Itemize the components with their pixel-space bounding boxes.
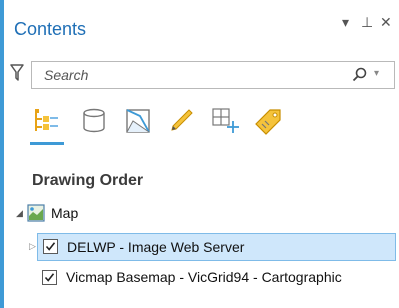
map-tree-row[interactable]: ◢ Map (0, 201, 399, 226)
list-by-editing-icon[interactable] (165, 105, 197, 139)
pane-options-dropdown-icon[interactable]: ▾ (342, 14, 349, 30)
list-by-snapping-icon[interactable] (209, 105, 241, 139)
drawing-order-heading: Drawing Order (32, 172, 144, 189)
map-label: Map (51, 205, 79, 221)
layer-row-vicmap[interactable]: Vicmap Basemap - VicGrid94 - Cartographi… (0, 264, 399, 289)
list-by-selection-icon[interactable] (122, 105, 154, 139)
pane-accent-bar (0, 0, 4, 308)
expand-triangle-icon[interactable]: ▷ (29, 241, 36, 252)
layer-row-delwp[interactable]: ▷ DELWP - Image Web Server (29, 233, 396, 261)
list-by-data-source-icon[interactable] (78, 105, 110, 139)
map-icon (27, 204, 45, 227)
search-icon[interactable] (352, 67, 368, 88)
list-by-drawing-order-icon[interactable] (30, 105, 64, 145)
auto-hide-pin-icon[interactable]: ⊥ (361, 14, 373, 30)
search-options-chevron-down-icon[interactable]: ▾ (374, 68, 379, 79)
close-pane-icon[interactable]: ✕ (380, 14, 392, 30)
search-input[interactable] (32, 62, 344, 88)
layer-visibility-checkbox[interactable] (42, 270, 57, 285)
search-box: ▾ (31, 61, 395, 89)
layer-label: DELWP - Image Web Server (67, 239, 245, 255)
pane-header: Contents ▾ ⊥ ✕ (4, 0, 399, 45)
contents-view-toolbar (30, 105, 370, 145)
collapse-triangle-icon[interactable]: ◢ (16, 208, 23, 219)
active-tool-underline (30, 142, 64, 145)
filter-icon[interactable] (10, 64, 24, 87)
pane-title: Contents (14, 19, 87, 39)
layer-visibility-checkbox[interactable] (43, 239, 58, 254)
layer-label: Vicmap Basemap - VicGrid94 - Cartographi… (66, 269, 342, 285)
list-by-labeling-icon[interactable] (252, 105, 284, 139)
